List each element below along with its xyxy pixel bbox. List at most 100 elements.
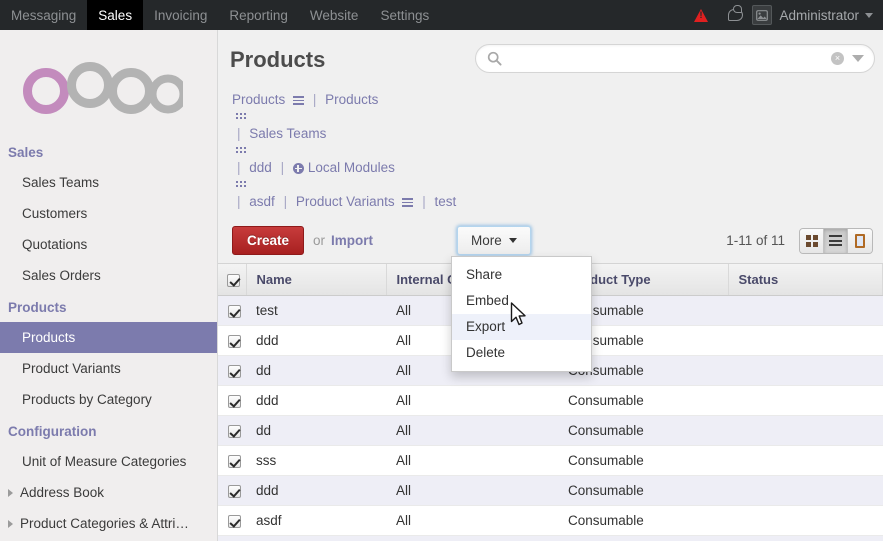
table-row[interactable]: ddd All Consumable	[218, 385, 883, 417]
odoo-logo-icon	[23, 62, 183, 114]
top-navbar: Messaging Sales Invoicing Reporting Webs…	[0, 0, 883, 30]
breadcrumb-item-local-modules[interactable]: Local Modules	[232, 160, 873, 189]
row-checkbox[interactable]	[227, 395, 241, 408]
search-dropdown-caret-icon[interactable]	[852, 55, 864, 62]
select-all-header	[218, 264, 247, 297]
column-header-status[interactable]: Status	[728, 264, 883, 297]
odoo-logo[interactable]	[0, 30, 217, 136]
list-view-button[interactable]	[824, 228, 848, 253]
pager-count: 1-11 of 11	[726, 233, 785, 248]
cell-status	[728, 535, 883, 541]
breadcrumb-separator: |	[312, 92, 317, 107]
breadcrumb-separator: |	[237, 160, 241, 175]
nav-item-messaging[interactable]: Messaging	[0, 0, 87, 30]
breadcrumb-label: Sales Teams	[249, 126, 327, 141]
nav-item-invoicing[interactable]: Invoicing	[143, 0, 218, 30]
cell-category: All	[386, 415, 558, 447]
cell-name: dddd	[246, 535, 386, 541]
main-menu: Messaging Sales Invoicing Reporting Webs…	[0, 0, 440, 30]
content-header: Products ×	[218, 30, 883, 73]
row-checkbox[interactable]	[227, 335, 241, 348]
search-input[interactable]	[502, 51, 831, 66]
row-checkbox[interactable]	[227, 455, 241, 468]
create-button[interactable]: Create	[232, 226, 305, 255]
sidebar-item-label: Sales Teams	[22, 175, 100, 190]
menu-item-embed[interactable]: Embed	[452, 288, 591, 314]
sidebar-item-products[interactable]: Products	[0, 322, 217, 353]
nav-item-website[interactable]: Website	[299, 0, 370, 30]
nav-item-settings[interactable]: Settings	[369, 0, 440, 30]
table-row[interactable]: asdf All Consumable	[218, 505, 883, 537]
sidebar-item-label: Unit of Measure Categories	[22, 454, 187, 469]
sidebar-item-customers[interactable]: Customers	[0, 198, 217, 229]
sidebar-item-products-by-category[interactable]: Products by Category	[0, 384, 217, 415]
row-select-cell	[218, 535, 246, 541]
row-checkbox[interactable]	[227, 485, 241, 498]
page-title: Products	[230, 47, 326, 72]
row-select-cell	[218, 325, 246, 357]
sidebar-section-products: Products	[8, 300, 67, 315]
table-row[interactable]: ddd All Consumable	[218, 475, 883, 507]
sidebar-item-quotations[interactable]: Quotations	[0, 229, 217, 260]
navbar-right-tools: Administrator	[684, 0, 883, 30]
cell-name: ddd	[246, 385, 386, 417]
breadcrumb-separator: |	[237, 194, 241, 209]
breadcrumb-item-test[interactable]: test	[434, 194, 456, 209]
row-checkbox[interactable]	[227, 425, 241, 438]
breadcrumb-item-asdf[interactable]: asdf	[249, 194, 278, 209]
list-view-icon	[402, 197, 414, 207]
broken-image-avatar-icon	[756, 9, 769, 21]
breadcrumb-label: asdf	[249, 194, 275, 209]
list-view-icon	[293, 95, 305, 105]
menu-item-share[interactable]: Share	[452, 262, 591, 288]
form-view-button[interactable]	[848, 228, 872, 253]
sidebar-item-sales-teams[interactable]: Sales Teams	[0, 167, 217, 198]
column-header-name[interactable]: Name	[246, 264, 387, 297]
sidebar-section-configuration: Configuration	[8, 424, 97, 439]
row-checkbox[interactable]	[227, 365, 241, 378]
kanban-view-button[interactable]	[800, 228, 824, 253]
breadcrumb-separator: |	[422, 194, 426, 209]
user-menu-button[interactable]: Administrator	[779, 8, 873, 23]
search-bar[interactable]: ×	[475, 44, 875, 73]
table-row[interactable]: dd All Consumable	[218, 415, 883, 447]
nav-item-sales[interactable]: Sales	[87, 0, 144, 30]
chat-bubble-icon[interactable]	[718, 0, 752, 30]
warning-triangle-glyph	[694, 8, 709, 22]
row-checkbox[interactable]	[227, 305, 241, 318]
cell-name: dd	[246, 355, 386, 387]
breadcrumb-item-ddd[interactable]: ddd	[249, 160, 275, 175]
import-link[interactable]: Import	[331, 233, 373, 248]
sidebar-item-address-book[interactable]: Address Book	[0, 477, 217, 508]
row-checkbox[interactable]	[227, 515, 241, 528]
breadcrumb-separator: |	[283, 194, 288, 209]
kanban-view-icon	[236, 181, 247, 189]
sidebar-item-product-categories-attributes[interactable]: Product Categories & Attri…	[0, 508, 217, 539]
sidebar-item-label: Products by Category	[22, 392, 152, 407]
more-button[interactable]: More	[457, 226, 531, 255]
breadcrumb-item-products-kanban[interactable]: Products	[232, 92, 873, 121]
nav-label: Invoicing	[154, 7, 208, 23]
cell-category: All	[386, 445, 558, 477]
sidebar-item-unit-of-measure-categories[interactable]: Unit of Measure Categories	[0, 446, 217, 477]
breadcrumb-item-sales-teams[interactable]: Sales Teams	[232, 126, 873, 155]
cell-type: Consumable	[558, 535, 728, 541]
row-select-cell	[218, 415, 246, 447]
table-row[interactable]: dddd All Consumable	[218, 535, 883, 541]
cell-status	[728, 295, 883, 327]
nav-item-reporting[interactable]: Reporting	[218, 0, 299, 30]
select-all-checkbox[interactable]	[227, 274, 241, 288]
menu-item-delete[interactable]: Delete	[452, 340, 591, 366]
sidebar-item-sales-orders[interactable]: Sales Orders	[0, 260, 217, 291]
chat-bubble-glyph	[727, 5, 743, 21]
warning-triangle-icon[interactable]	[684, 0, 718, 30]
sidebar-item-product-variants[interactable]: Product Variants	[0, 353, 217, 384]
table-row[interactable]: sss All Consumable	[218, 445, 883, 477]
clear-x-icon[interactable]: ×	[831, 52, 844, 65]
cell-type: Consumable	[558, 415, 728, 447]
cell-type: Consumable	[558, 385, 728, 417]
menu-item-export[interactable]: Export	[452, 314, 592, 340]
breadcrumb-item-product-variants[interactable]: Product Variants	[296, 194, 417, 209]
search-icon	[487, 51, 502, 66]
breadcrumb-item-products-list[interactable]: Products	[232, 92, 308, 107]
